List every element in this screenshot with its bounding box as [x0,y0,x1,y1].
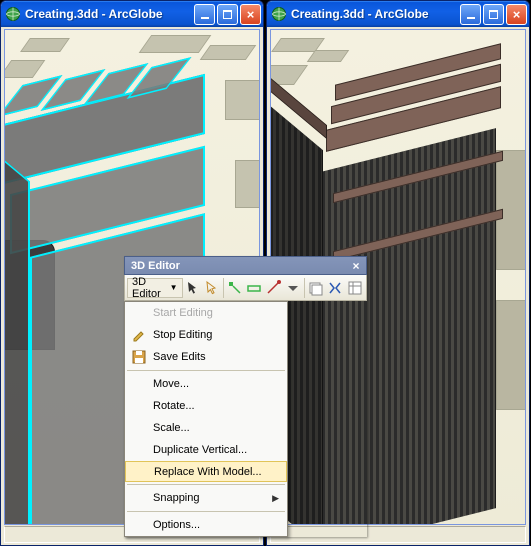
blank-icon [129,442,149,458]
menu-separator [127,370,285,371]
3d-editor-dropdown-button[interactable]: 3D Editor ▼ [127,278,183,298]
3d-editor-menu: Start Editing Stop Editing Save Edits Mo… [124,301,288,537]
pencil-icon [129,327,149,343]
arcglobe-icon [5,6,21,22]
3d-editor-panel: 3D Editor × 3D Editor ▼ Start Editing St… [124,256,367,537]
blank-icon [129,398,149,414]
maximize-button[interactable] [217,4,238,25]
panel-title: 3D Editor [131,260,180,272]
split-button[interactable] [326,277,344,299]
3d-editor-titlebar[interactable]: 3D Editor × [124,256,367,275]
window-buttons: × [460,4,527,25]
target-layer-button[interactable] [307,277,325,299]
chevron-down-icon: ▼ [170,283,178,292]
menu-scale[interactable]: Scale... [125,417,287,439]
sketch-point-button[interactable] [265,277,283,299]
blank-icon [129,305,149,321]
sketch-rect-button[interactable] [245,277,263,299]
3d-editor-toolbar: 3D Editor ▼ [124,275,367,301]
dropdown-label: 3D Editor [132,276,168,300]
menu-save-edits[interactable]: Save Edits [125,346,287,368]
menu-stop-editing[interactable]: Stop Editing [125,324,287,346]
menu-move[interactable]: Move... [125,373,287,395]
menu-separator [127,484,285,485]
menu-separator [127,511,285,512]
blank-icon [130,464,150,480]
menu-replace-with-model[interactable]: Replace With Model... [125,461,287,482]
blank-icon [129,490,149,506]
menu-options[interactable]: Options... [125,514,287,536]
menu-start-editing: Start Editing [125,302,287,324]
toolbar-separator [223,278,224,298]
edit-vertex-button[interactable] [203,277,221,299]
panel-close-button[interactable]: × [349,259,363,273]
minimize-button[interactable] [194,4,215,25]
blank-icon [129,420,149,436]
blank-icon [129,517,149,533]
arcglobe-icon [271,6,287,22]
maximize-button[interactable] [483,4,504,25]
save-icon [129,349,149,365]
titlebar[interactable]: Creating.3dd - ArcGlobe × [1,1,263,27]
task-dropdown-button[interactable] [284,277,302,299]
chevron-right-icon: ▶ [272,493,279,504]
close-button[interactable]: × [240,4,261,25]
menu-duplicate-vertical[interactable]: Duplicate Vertical... [125,439,287,461]
blank-icon [129,376,149,392]
sketch-line-button[interactable] [226,277,244,299]
minimize-button[interactable] [460,4,481,25]
window-title: Creating.3dd - ArcGlobe [25,7,194,21]
window-title: Creating.3dd - ArcGlobe [291,7,460,21]
toolbar-separator [304,278,305,298]
menu-rotate[interactable]: Rotate... [125,395,287,417]
titlebar[interactable]: Creating.3dd - ArcGlobe × [267,1,529,27]
menu-snapping[interactable]: Snapping ▶ [125,487,287,509]
window-buttons: × [194,4,261,25]
edit-pointer-button[interactable] [184,277,202,299]
close-button[interactable]: × [506,4,527,25]
attributes-button[interactable] [346,277,364,299]
